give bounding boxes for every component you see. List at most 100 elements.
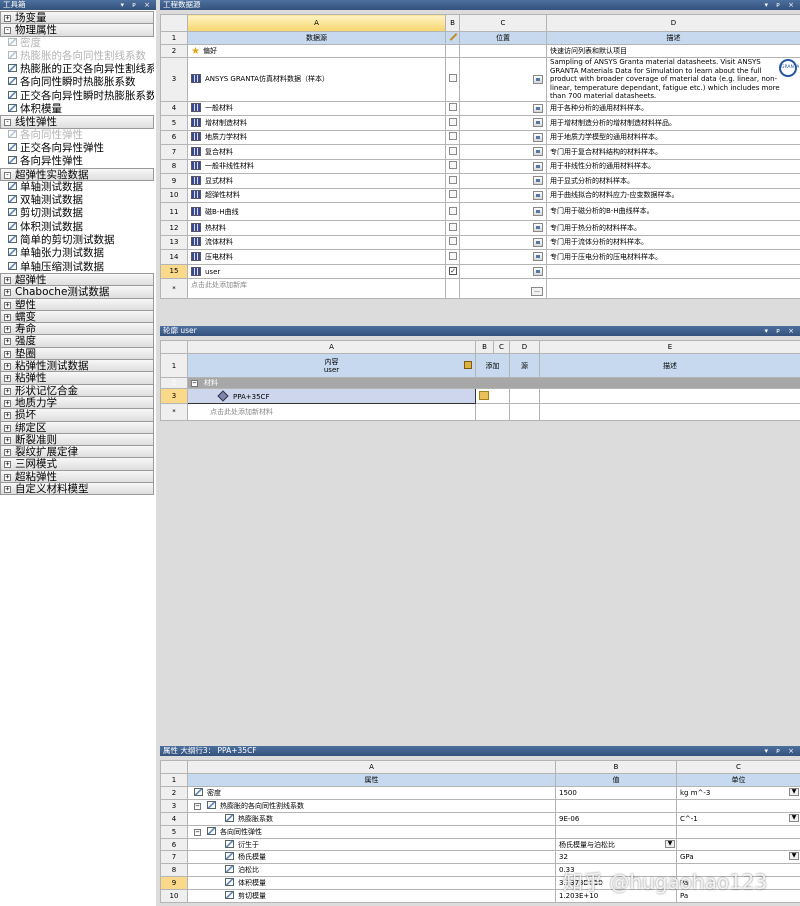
add-material-hint[interactable]: 点击此处添加新材料 — [187, 403, 476, 421]
expand-icon[interactable]: + — [4, 399, 11, 407]
properties-window-controls[interactable]: ▾ ᴘ × — [765, 746, 798, 756]
data-source-name-cell[interactable]: 热材料 — [187, 220, 446, 236]
toolbox-category[interactable]: + 裂纹扩展定律 — [0, 445, 154, 459]
expand-icon[interactable]: + — [4, 326, 11, 334]
data-source-row[interactable]: 3 ANSYS GRANTA仿真材料数据（样本） GRANTA Sampling of… — [160, 57, 800, 102]
outline-window-controls[interactable]: ▾ ᴘ × — [765, 326, 798, 336]
data-source-name-cell[interactable]: 超弹性材料 — [187, 187, 446, 203]
add-library-hint[interactable]: 点击此处添加新库 — [187, 278, 446, 299]
property-unit-cell[interactable] — [676, 837, 800, 852]
edit-checkbox[interactable] — [449, 190, 457, 199]
toolbox-item[interactable]: 简单的剪切测试数据 — [0, 234, 154, 247]
column-letter[interactable]: D — [509, 340, 540, 354]
add-material-row[interactable]: * 点击此处添加新材料 — [160, 403, 800, 421]
open-library-icon[interactable] — [533, 147, 543, 157]
data-source-row[interactable]: 14 压电材料 专门用于压电分析的压电材料样本。 — [160, 249, 800, 265]
browse-ellipsis-button[interactable]: ... — [531, 287, 543, 296]
collapse-icon[interactable]: - — [4, 27, 11, 35]
data-source-name-cell[interactable]: 复合材料 — [187, 144, 446, 160]
data-source-name-cell[interactable]: 压电材料 — [187, 249, 446, 265]
dropdown-arrow-icon[interactable]: ▼ — [789, 852, 799, 861]
property-row[interactable]: 6 衍生于 杨氏模量与泊松比 ▼ — [160, 837, 800, 852]
dropdown-arrow-icon[interactable]: ▼ — [665, 839, 675, 848]
group-row-materials[interactable]: 2 − 材料 — [160, 377, 800, 389]
property-unit-cell[interactable] — [676, 798, 800, 813]
expand-icon[interactable]: + — [4, 473, 11, 481]
property-value-cell[interactable]: 杨氏模量与泊松比 ▼ — [555, 837, 677, 852]
collapse-toggle[interactable]: − — [191, 380, 198, 387]
column-letter[interactable]: B — [555, 760, 677, 774]
expand-icon[interactable]: + — [4, 301, 11, 309]
open-library-icon[interactable] — [533, 237, 543, 247]
column-letter[interactable]: C — [459, 14, 547, 32]
expand-icon[interactable]: + — [4, 461, 11, 469]
dropdown-arrow-icon[interactable]: ▼ — [789, 813, 799, 822]
toolbox-item[interactable]: 正交各向异性瞬时热膨胀系数 — [0, 90, 154, 103]
data-source-row[interactable]: 6 地质力学材料 用于地质力学模型的通用材料样本。 — [160, 129, 800, 145]
material-cell[interactable]: PPA+35CF — [187, 388, 476, 404]
edit-checkbox[interactable] — [449, 117, 457, 126]
data-source-row[interactable]: 10 超弹性材料 用于曲线拟合的材料应力-应变数据样本。 — [160, 187, 800, 203]
toolbox-category[interactable]: + 粘弹性测试数据 — [0, 359, 154, 373]
edit-checkbox[interactable] — [449, 146, 457, 155]
collapse-toggle[interactable]: − — [194, 828, 201, 836]
toolbox-item[interactable]: 单轴压缩测试数据 — [0, 261, 154, 274]
open-library-icon[interactable] — [533, 176, 543, 186]
column-letter[interactable]: B — [475, 340, 494, 354]
edit-checkbox[interactable] — [449, 161, 457, 170]
open-library-icon[interactable] — [533, 74, 543, 84]
data-sources-window-controls[interactable]: ▾ ᴘ × — [765, 0, 798, 10]
property-value-cell[interactable]: 1500 — [555, 786, 677, 800]
data-source-name-cell[interactable]: 一般非线性材料 — [187, 158, 446, 174]
expand-icon[interactable]: + — [4, 363, 11, 371]
data-source-name-cell[interactable]: 一般材料 — [187, 100, 446, 116]
property-name-cell[interactable]: 热膨胀系数 — [187, 811, 556, 826]
open-library-icon[interactable] — [533, 103, 543, 113]
add-library-row[interactable]: * 点击此处添加新库 ... — [160, 278, 800, 299]
expand-icon[interactable]: + — [4, 375, 11, 383]
toolbox-category[interactable]: + 垫圈 — [0, 346, 154, 361]
collapse-icon[interactable]: - — [4, 171, 11, 179]
data-source-name-cell[interactable]: ★ 偏好 — [187, 44, 446, 58]
data-source-row[interactable]: 11 磁B-H曲线 专门用于磁分析的B-H曲线样本。 — [160, 202, 800, 221]
toolbox-category[interactable]: + 塑性 — [0, 297, 154, 311]
property-row[interactable]: 2 密度 1500 kg m^-3 ▼ — [160, 786, 800, 800]
toolbox-item[interactable]: 剪切测试数据 — [0, 207, 154, 220]
toolbox-item[interactable]: 正交各向异性弹性 — [0, 142, 154, 155]
column-letter[interactable]: A — [187, 340, 476, 354]
data-source-row[interactable]: 15 user ✓ — [160, 263, 800, 279]
toolbox-category[interactable]: + 断裂准则 — [0, 432, 154, 447]
toolbox-category[interactable]: + 形状记忆合金 — [0, 383, 154, 397]
data-source-name-cell[interactable]: 增材制造材料 — [187, 115, 446, 131]
open-library-icon[interactable] — [533, 190, 543, 200]
expand-icon[interactable]: + — [4, 485, 11, 493]
toolbox-category[interactable]: + 粘弹性 — [0, 371, 154, 385]
property-name-cell[interactable]: 剪切模量 — [187, 889, 556, 904]
toolbox-item[interactable]: 热膨胀的正交各向异性割线系数 — [0, 63, 154, 76]
filter-icon[interactable] — [464, 361, 472, 369]
toolbox-category[interactable]: + 寿命 — [0, 322, 154, 336]
toolbox-category[interactable]: + 超粘弹性 — [0, 469, 154, 483]
data-source-row[interactable]: 4 一般材料 用于各种分析的通用材料样本。 — [160, 100, 800, 116]
property-unit-cell[interactable]: GPa ▼ — [676, 850, 800, 865]
expand-icon[interactable]: + — [4, 313, 11, 321]
toolbox-item[interactable]: 单轴张力测试数据 — [0, 247, 154, 260]
data-source-row[interactable]: 9 显式材料 用于显式分析的材料样本。 — [160, 173, 800, 189]
data-source-row[interactable]: 2 ★ 偏好 快速访问列表和默认项目 — [160, 44, 800, 58]
toolbox-item[interactable]: 双轴测试数据 — [0, 194, 154, 207]
column-letter[interactable]: B — [445, 14, 460, 32]
open-library-icon[interactable] — [533, 252, 543, 262]
open-library-icon[interactable] — [533, 132, 543, 142]
open-library-icon[interactable] — [533, 223, 543, 233]
property-name-cell[interactable]: 泊松比 — [187, 863, 556, 878]
expand-icon[interactable]: + — [4, 289, 11, 297]
property-name-cell[interactable]: − 各向同性弹性 — [187, 824, 556, 839]
property-unit-cell[interactable] — [676, 824, 800, 839]
property-value-cell[interactable]: 9E-06 — [555, 811, 677, 826]
edit-checkbox[interactable] — [449, 222, 457, 231]
toolbox-category[interactable]: - 超弹性实验数据 — [0, 167, 154, 181]
data-source-row[interactable]: 5 增材制造材料 用于增材制造分析的增材制造材料样品。 — [160, 115, 800, 131]
open-library-icon[interactable] — [533, 161, 543, 171]
material-row[interactable]: 3 PPA+35CF — [160, 388, 800, 404]
dropdown-arrow-icon[interactable]: ▼ — [789, 788, 799, 796]
